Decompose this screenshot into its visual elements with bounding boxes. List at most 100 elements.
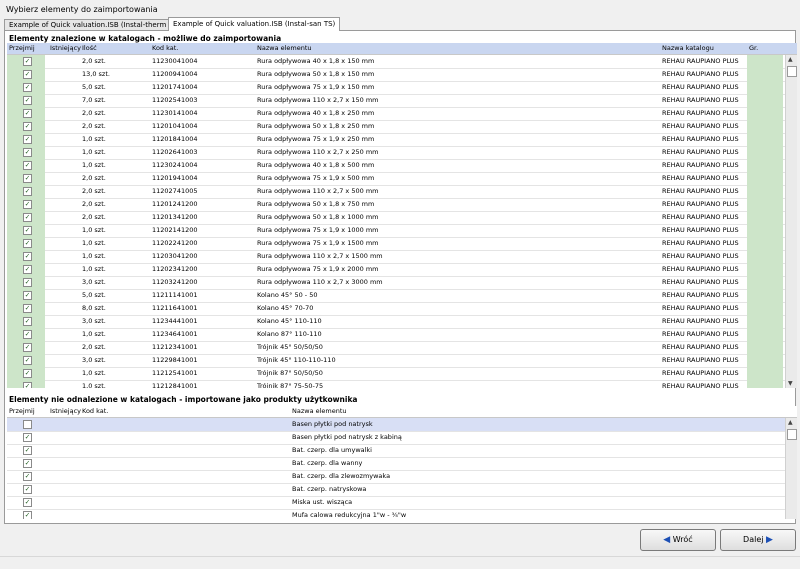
checkbox-checked[interactable]: ✓: [23, 70, 32, 79]
scroll-thumb[interactable]: [787, 429, 797, 440]
next-button[interactable]: Dalej ▶: [720, 529, 796, 551]
checkbox-checked[interactable]: ✓: [23, 265, 32, 274]
next-button-label: Dalej: [743, 535, 764, 544]
table-row[interactable]: ✓ 2,0 szt. 11230141004 Rura odpływowa 40 x …: [7, 107, 785, 121]
table-row[interactable]: ✓ 1,0 szt. 11234641001 Kolano 87° 110-110 RE…: [7, 328, 785, 342]
checkbox-checked[interactable]: ✓: [23, 122, 32, 131]
checkbox-checked[interactable]: ✓: [23, 304, 32, 313]
checkbox-checked[interactable]: ✓: [23, 382, 32, 388]
checkbox-checked[interactable]: ✓: [23, 343, 32, 352]
checkbox-checked[interactable]: ✓: [23, 226, 32, 235]
checkbox-checked[interactable]: ✓: [23, 83, 32, 92]
checkbox-checked[interactable]: ✓: [23, 96, 32, 105]
checkbox-checked[interactable]: ✓: [23, 109, 32, 118]
checkbox-checked[interactable]: ✓: [23, 187, 32, 196]
checkbox-unchecked[interactable]: [23, 420, 32, 429]
przejmij-cell: ✓: [7, 198, 45, 211]
table-row[interactable]: ✓ 1,0 szt. 11230241004 Rura odpływowa 40 x …: [7, 159, 785, 173]
przejmij-cell: ✓: [7, 341, 45, 354]
checkbox-checked[interactable]: ✓: [23, 485, 32, 494]
name-cell: Rura odpływowa 75 x 1,9 x 2000 mm: [257, 265, 379, 273]
scroll-down-icon[interactable]: ▼: [788, 380, 793, 387]
list-item[interactable]: ✓ Miska ust. wisząca: [7, 496, 785, 510]
checkbox-checked[interactable]: ✓: [23, 433, 32, 442]
table-row[interactable]: ✓ 2,0 szt. 11201241200 Rura odpływowa 50 x …: [7, 198, 785, 212]
checkbox-checked[interactable]: ✓: [23, 369, 32, 378]
list-item[interactable]: Basen płytki pod natrysk: [7, 418, 785, 432]
table-row[interactable]: ✓ 7,0 szt. 11202541003 Rura odpływowa 110 x…: [7, 94, 785, 108]
przejmij-cell: ✓: [7, 146, 45, 159]
col-kod[interactable]: Kod kat.: [82, 407, 108, 415]
col-kod[interactable]: Kod kat.: [152, 44, 178, 52]
name-cell: Rura odpływowa 75 x 1,9 x 1000 mm: [257, 226, 379, 234]
checkbox-checked[interactable]: ✓: [23, 135, 32, 144]
checkbox-checked[interactable]: ✓: [23, 317, 32, 326]
col-katalog[interactable]: Nazwa katalogu: [662, 44, 714, 52]
list-item[interactable]: ✓ Bat. czerp. natryskowa: [7, 483, 785, 497]
col-istniejacy[interactable]: Istniejący: [50, 407, 81, 415]
table-row[interactable]: ✓ 1,0 szt. 11202341200 Rura odpływowa 75 x …: [7, 263, 785, 277]
table-row[interactable]: ✓ 1,0 szt. 11212841001 Trójnik 87° 75-50-75…: [7, 380, 785, 388]
table-row[interactable]: ✓ 2,0 szt. 11202741005 Rura odpływowa 110 x…: [7, 185, 785, 199]
col-istniejacy[interactable]: Istniejący: [50, 44, 81, 52]
table-row[interactable]: ✓ 3,0 szt. 11234441001 Kolano 45° 110-110 RE…: [7, 315, 785, 329]
gr-cell: [747, 354, 783, 367]
catalog-cell: REHAU RAUPIANO PLUS: [662, 161, 739, 169]
table-row[interactable]: ✓ 2,0 szt. 11201041004 Rura odpływowa 50 x …: [7, 120, 785, 134]
checkbox-checked[interactable]: ✓: [23, 174, 32, 183]
table-row[interactable]: ✓ 3,0 szt. 11203241200 Rura odpływowa 110 x…: [7, 276, 785, 290]
table-row[interactable]: ✓ 1,0 szt. 11201841004 Rura odpływowa 75 x …: [7, 133, 785, 147]
catalog-cell: REHAU RAUPIANO PLUS: [662, 265, 739, 273]
checkbox-checked[interactable]: ✓: [23, 252, 32, 261]
checkbox-checked[interactable]: ✓: [23, 291, 32, 300]
table-row[interactable]: ✓ 2,0 szt. 11201341200 Rura odpływowa 50 x …: [7, 211, 785, 225]
table-row[interactable]: ✓ 8,0 szt. 11211641001 Kolano 45° 70-70 REHA…: [7, 302, 785, 316]
table-row[interactable]: ✓ 1,0 szt. 11202141200 Rura odpływowa 75 x …: [7, 224, 785, 238]
scroll-up-icon[interactable]: ▲: [788, 56, 793, 63]
przejmij-cell: ✓: [7, 289, 45, 302]
checkbox-checked[interactable]: ✓: [23, 472, 32, 481]
notfound-scrollbar[interactable]: ▲: [785, 418, 797, 519]
col-przejmij[interactable]: Przejmij: [9, 407, 35, 415]
checkbox-checked[interactable]: ✓: [23, 511, 32, 519]
table-row[interactable]: ✓ 1,0 szt. 11203041200 Rura odpływowa 110 x…: [7, 250, 785, 264]
table-row[interactable]: ✓ 1,0 szt. 11202641003 Rura odpływowa 110 x…: [7, 146, 785, 160]
table-row[interactable]: ✓ 2,0 szt. 11230041004 Rura odpływowa 40 x …: [7, 55, 785, 69]
list-item[interactable]: ✓ Bat. czerp. dla zlewozmywaka: [7, 470, 785, 484]
table-row[interactable]: ✓ 5,0 szt. 11201741004 Rura odpływowa 75 x …: [7, 81, 785, 95]
table-row[interactable]: ✓ 3,0 szt. 11229841001 Trójnik 45° 110-110-…: [7, 354, 785, 368]
found-scrollbar[interactable]: ▲ ▼: [785, 55, 797, 388]
table-row[interactable]: ✓ 2,0 szt. 11201941004 Rura odpływowa 75 x …: [7, 172, 785, 186]
back-button[interactable]: ◀ Wróć: [640, 529, 716, 551]
col-nazwa[interactable]: Nazwa elementu: [292, 407, 347, 415]
table-row[interactable]: ✓ 1,0 szt. 11212541001 Trójnik 87° 50/50/50…: [7, 367, 785, 381]
checkbox-checked[interactable]: ✓: [23, 330, 32, 339]
table-row[interactable]: ✓ 1,0 szt. 11202241200 Rura odpływowa 75 x …: [7, 237, 785, 251]
col-gr[interactable]: Gr.: [749, 44, 758, 52]
table-row[interactable]: ✓ 2,0 szt. 11212341001 Trójnik 45° 50/50/50…: [7, 341, 785, 355]
checkbox-checked[interactable]: ✓: [23, 239, 32, 248]
col-ilosc[interactable]: Ilość: [82, 44, 97, 52]
checkbox-checked[interactable]: ✓: [23, 213, 32, 222]
list-item[interactable]: ✓ Bat. czerp. dla wanny: [7, 457, 785, 471]
list-item[interactable]: ✓ Basen płytki pod natrysk z kabiną: [7, 431, 785, 445]
table-row[interactable]: ✓ 5,0 szt. 11211141001 Kolano 45° 50 - 50 RE…: [7, 289, 785, 303]
checkbox-checked[interactable]: ✓: [23, 356, 32, 365]
scroll-thumb[interactable]: [787, 66, 797, 77]
scroll-up-icon[interactable]: ▲: [788, 419, 793, 426]
quantity-cell: 5,0 szt.: [82, 291, 106, 299]
checkbox-checked[interactable]: ✓: [23, 278, 32, 287]
checkbox-checked[interactable]: ✓: [23, 57, 32, 66]
checkbox-checked[interactable]: ✓: [23, 446, 32, 455]
checkbox-checked[interactable]: ✓: [23, 161, 32, 170]
col-przejmij[interactable]: Przejmij: [9, 44, 35, 52]
col-nazwa[interactable]: Nazwa elementu: [257, 44, 312, 52]
table-row[interactable]: ✓ 13,0 szt. 11200941004 Rura odpływowa 50 x…: [7, 68, 785, 82]
list-item[interactable]: ✓ Mufa calowa redukcyjna 1"w - ¾"w: [7, 509, 785, 519]
tab-instal-san[interactable]: Example of Quick valuation.ISB (Instal-s…: [168, 17, 341, 31]
checkbox-checked[interactable]: ✓: [23, 459, 32, 468]
list-item[interactable]: ✓ Bat. czerp. dla umywalki: [7, 444, 785, 458]
checkbox-checked[interactable]: ✓: [23, 200, 32, 209]
checkbox-checked[interactable]: ✓: [23, 498, 32, 507]
checkbox-checked[interactable]: ✓: [23, 148, 32, 157]
